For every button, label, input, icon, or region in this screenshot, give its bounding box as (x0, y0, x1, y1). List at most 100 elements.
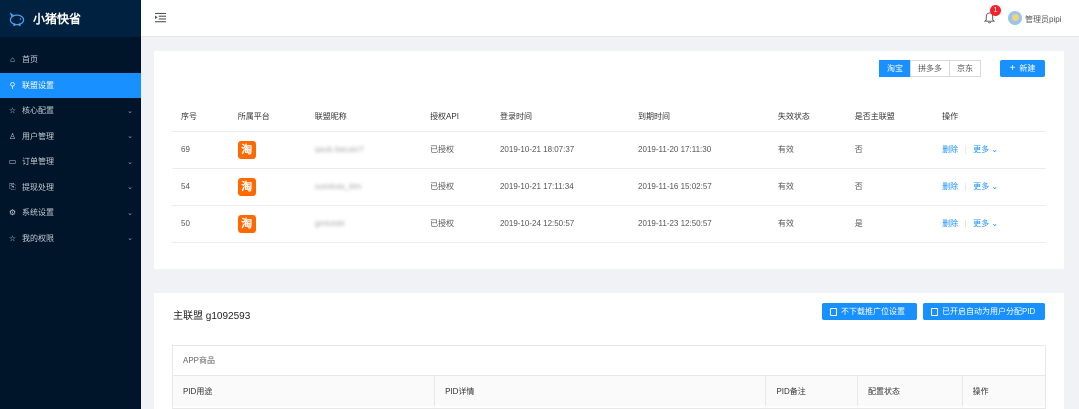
sidebar-item-2[interactable]: ☆ 核心配置 ⌄ (0, 98, 141, 124)
more-dropdown[interactable]: 更多 ⌄ (973, 219, 998, 228)
col-pid-detail: PID详情 (434, 376, 767, 406)
table-row: 69 淘 qaub.ilaicain? 已授权 2019-10-21 18:07:37 2… (172, 131, 1046, 169)
tab-taobao[interactable]: 淘宝 (879, 60, 911, 77)
chevron-down-icon: ⌄ (127, 235, 133, 243)
column-header: 到期时间 (629, 103, 769, 132)
column-header: 序号 (172, 103, 229, 132)
main-alliance-title: 主联盟 g1092593 (173, 311, 251, 322)
is-main-alliance: 否 (845, 168, 934, 206)
is-main-alliance: 是 (845, 205, 934, 243)
valid-status: 有效 (768, 168, 846, 206)
piggy-bank-icon (9, 11, 25, 26)
row-id: 69 (172, 131, 229, 169)
withdraw-icon: ⎘ (9, 182, 16, 192)
column-header: 联盟昵称 (305, 103, 422, 132)
login-time: 2019-10-21 18:07:37 (490, 131, 630, 169)
column-header: 是否主联盟 (845, 103, 934, 132)
notification-badge: 1 (990, 5, 1001, 16)
alliance-nickname: ouiotiuia_tiim (314, 182, 362, 191)
avatar[interactable] (1008, 11, 1022, 25)
new-button[interactable]: + 新建 (1000, 60, 1045, 77)
delete-link[interactable]: 删除 (942, 219, 958, 228)
sidebar-item-7[interactable]: ☆ 我的权限 ⌄ (0, 226, 141, 252)
section-title: APP商品 (173, 346, 1045, 376)
sidebar-item-label: 系统设置 (22, 208, 54, 218)
col-actions: 操作 (962, 376, 1045, 406)
valid-status: 有效 (768, 205, 846, 243)
alliance-list-card: 淘宝 拼多多 京东 + 新建 序号 所属平台 联盟昵称 授权API 登录时间 到期时间 失效… (154, 51, 1064, 269)
auto-assign-label: 已开启自动为用户分配PID (942, 307, 1036, 316)
chevron-down-icon: ⌄ (127, 184, 133, 192)
star-icon: ☆ (8, 106, 17, 116)
sidebar-item-label: 提现处理 (22, 182, 54, 192)
chevron-down-icon: ⌄ (127, 107, 133, 115)
sidebar-item-5[interactable]: ⎘ 提现处理 ⌄ (0, 175, 141, 201)
more-dropdown[interactable]: 更多 ⌄ (973, 145, 998, 154)
api-status: 已授权 (421, 205, 491, 243)
taobao-logo-icon: 淘 (237, 177, 256, 196)
order-icon: ▭ (8, 157, 17, 167)
sidebar-item-0[interactable]: ⌂ 首页 (0, 47, 141, 73)
expire-time: 2019-11-20 17:11:30 (629, 131, 769, 169)
sidebar-item-label: 首页 (22, 55, 38, 65)
sidebar-item-4[interactable]: ▭ 订单管理 ⌄ (0, 149, 141, 175)
sidebar-item-label: 用户管理 (22, 131, 54, 141)
alliance-icon: ⚲ (9, 80, 16, 90)
platform-tabs: 淘宝 拼多多 京东 (879, 60, 981, 77)
row-id: 54 (172, 168, 229, 206)
menu-fold-icon[interactable] (155, 12, 166, 23)
sidebar-menu: ⌂ 首页 ⚲ 联盟设置 ☆ 核心配置 ⌄ ♙ 用户管理 ⌄ ▭ 订单管理 ⌄ ⎘ 提现处理 ⌄ ⚙ 系统设置 ⌄ ☆ 我… (0, 37, 141, 251)
new-button-label: 新建 (1019, 64, 1036, 73)
plus-icon: + (1009, 63, 1016, 74)
chevron-down-icon: ⌄ (991, 182, 999, 191)
auto-assign-pid-button[interactable]: 已开启自动为用户分配PID (923, 303, 1045, 320)
row-id: 50 (172, 205, 229, 243)
col-pid-usage: PID用途 (173, 376, 436, 406)
sidebar-item-6[interactable]: ⚙ 系统设置 ⌄ (0, 200, 141, 226)
chevron-down-icon: ⌄ (127, 209, 133, 217)
file-icon (830, 307, 837, 316)
api-status: 已授权 (421, 131, 491, 169)
col-config-status: 配置状态 (857, 376, 963, 406)
pid-table: PID用途 PID详情 PID备注 配置状态 操作 (173, 376, 1045, 406)
expire-time: 2019-11-16 15:02:57 (629, 168, 769, 206)
sidebar-item-label: 核心配置 (22, 106, 54, 116)
sidebar-item-1[interactable]: ⚲ 联盟设置 (0, 72, 141, 98)
chevron-down-icon: ⌄ (991, 219, 999, 228)
top-header: 1 管理员pipi (141, 0, 1079, 37)
delete-link[interactable]: 删除 (942, 182, 958, 191)
sidebar-item-3[interactable]: ♙ 用户管理 ⌄ (0, 124, 141, 150)
logo[interactable]: 小猪快省 (0, 0, 141, 37)
sidebar-item-label: 我的权限 (22, 233, 54, 243)
main-alliance-card: 主联盟 g1092593 不下载推广位设置 已开启自动为用户分配PID APP商… (154, 293, 1064, 409)
tab-jd[interactable]: 京东 (949, 60, 981, 77)
app-title: 小猪快省 (33, 12, 82, 26)
taobao-logo-icon: 淘 (237, 140, 256, 159)
expire-time: 2019-11-23 12:50:57 (629, 205, 769, 243)
chevron-down-icon: ⌄ (127, 158, 133, 166)
login-time: 2019-10-24 12:50:57 (490, 205, 630, 243)
column-header: 失效状态 (768, 103, 846, 132)
username[interactable]: 管理员pipi (1025, 14, 1061, 25)
tab-pinduoduo[interactable]: 拼多多 (910, 60, 950, 77)
column-header: 操作 (933, 103, 1046, 132)
more-dropdown[interactable]: 更多 ⌄ (973, 182, 998, 191)
col-pid-note: PID备注 (765, 376, 858, 406)
chevron-down-icon: ⌄ (991, 145, 999, 154)
delete-link[interactable]: 删除 (942, 145, 958, 154)
column-header: 登录时间 (490, 103, 630, 132)
alliance-table: 序号 所属平台 联盟昵称 授权API 登录时间 到期时间 失效状态 是否主联盟 操作 69 淘 qa… (172, 103, 1046, 243)
app-goods-section: APP商品 PID用途 PID详情 PID备注 配置状态 操作 (172, 345, 1046, 409)
home-icon: ⌂ (10, 55, 15, 65)
column-header: 授权API (421, 103, 491, 132)
api-status: 已授权 (421, 168, 491, 206)
sidebar-item-label: 联盟设置 (22, 80, 54, 90)
valid-status: 有效 (768, 131, 846, 169)
table-row: 50 淘 gmlutsbi 已授权 2019-10-24 12:50:57 2019-11… (172, 205, 1046, 243)
file-check-icon (931, 307, 938, 316)
user-icon: ♙ (8, 131, 17, 141)
is-main-alliance: 否 (845, 131, 934, 169)
alliance-nickname: qaub.ilaicain? (314, 145, 364, 154)
gear-icon: ⚙ (8, 208, 17, 218)
no-download-settings-button[interactable]: 不下载推广位设置 (822, 303, 917, 320)
